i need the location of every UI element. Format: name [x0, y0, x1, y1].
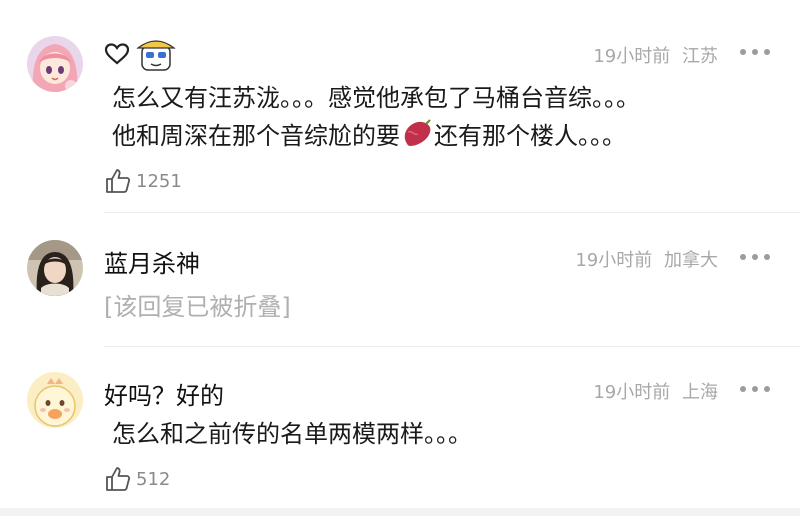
- like-count: 1251: [136, 170, 182, 192]
- anime-girl-avatar-icon: [27, 36, 83, 92]
- cartoon-chick-avatar-icon: [27, 372, 83, 428]
- username[interactable]: 蓝月杀神: [104, 244, 200, 279]
- location: 上海: [682, 382, 718, 403]
- comment-meta: 19小时前 上海: [593, 378, 718, 404]
- more-options-icon[interactable]: [740, 385, 770, 393]
- folded-reply-text[interactable]: [该回复已被折叠]: [104, 287, 291, 322]
- cartoon-sticker-icon: [136, 40, 176, 71]
- comment-text-line: 他和周深在那个音综尬的要 还有那个楼人。。。: [112, 116, 626, 162]
- sweet-potato-icon: [400, 118, 434, 162]
- comment-item: 19小时前 江苏 怎么又有汪苏泷。。。感觉他承包了马桶台音综。。。 他和周深在那…: [0, 0, 800, 212]
- comment-item: 蓝月杀神 19小时前 加拿大 [该回复已被折叠]: [0, 212, 800, 346]
- like-button[interactable]: 512: [104, 464, 170, 494]
- location: 江苏: [682, 46, 718, 67]
- heart-outline-icon: [104, 43, 130, 65]
- comment-feed: 19小时前 江苏 怎么又有汪苏泷。。。感觉他承包了马桶台音综。。。 他和周深在那…: [0, 0, 800, 516]
- like-button[interactable]: 1251: [104, 166, 182, 196]
- bottom-separator: [0, 508, 800, 516]
- comment-meta: 19小时前 加拿大: [575, 246, 718, 272]
- avatar[interactable]: [27, 372, 83, 428]
- like-count: 512: [136, 468, 171, 490]
- thumbs-up-icon: [106, 169, 131, 193]
- more-options-icon[interactable]: [740, 253, 770, 261]
- comment-text-line: 怎么又有汪苏泷。。。感觉他承包了马桶台音综。。。: [112, 84, 640, 112]
- thumbs-up-icon: [106, 467, 131, 491]
- comment-text-line: 怎么和之前传的名单两模两样。。。: [112, 420, 472, 448]
- avatar[interactable]: [27, 36, 83, 92]
- username[interactable]: 好吗？好的: [104, 376, 224, 411]
- girl-photo-avatar-icon: [27, 240, 83, 296]
- location: 加拿大: [664, 250, 718, 271]
- more-options-icon[interactable]: [740, 48, 770, 56]
- timestamp: 19小时前: [593, 382, 671, 403]
- timestamp: 19小时前: [593, 46, 671, 67]
- comment-item: 好吗？好的 19小时前 上海 怎么和之前传的名单两模两样。。。 512: [0, 346, 800, 508]
- timestamp: 19小时前: [575, 250, 653, 271]
- comment-meta: 19小时前 江苏: [593, 42, 718, 68]
- avatar[interactable]: [27, 240, 83, 296]
